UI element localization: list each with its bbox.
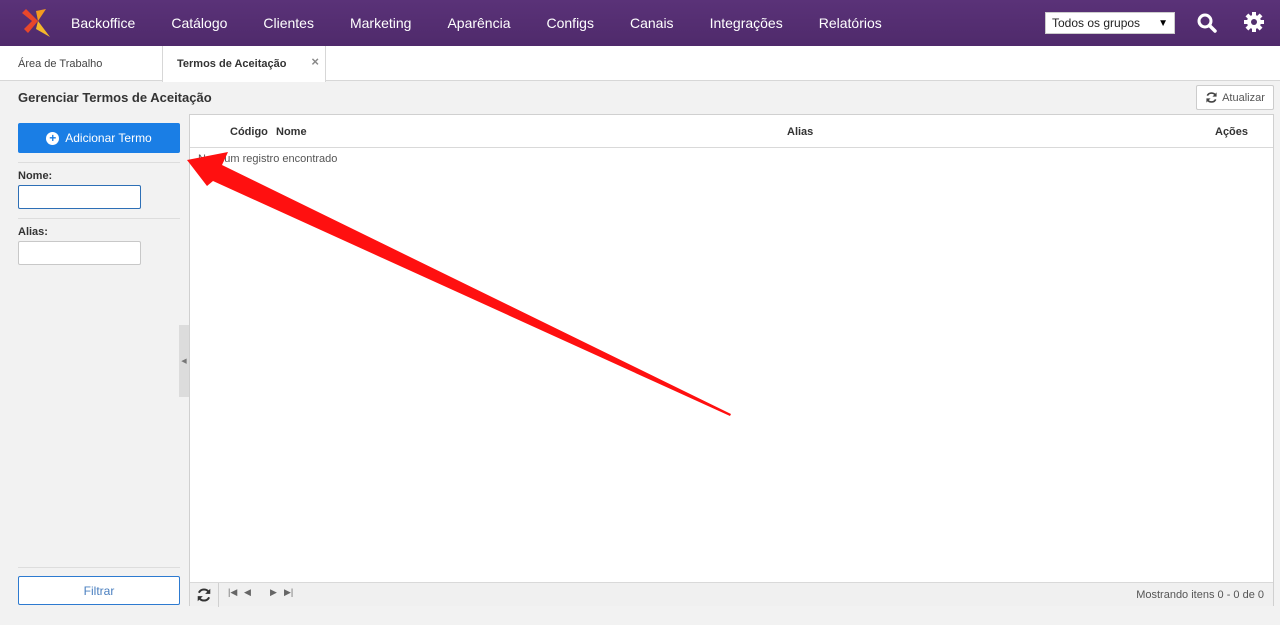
filter-button[interactable]: Filtrar — [18, 576, 180, 605]
chevron-left-icon: ◀ — [181, 358, 187, 365]
name-input[interactable] — [18, 185, 141, 209]
close-icon[interactable]: × — [311, 54, 319, 69]
refresh-icon — [1206, 92, 1217, 103]
column-header-nome[interactable]: Nome — [276, 115, 307, 148]
grid-header: Código Nome Alias Ações — [190, 115, 1273, 148]
nav-configs[interactable]: Configs — [547, 15, 594, 31]
gear-icon[interactable] — [1243, 11, 1265, 33]
tab-bar: Área de Trabalho Termos de Aceitação × — [0, 46, 1280, 82]
tab-terms-label: Termos de Aceitação — [177, 58, 287, 70]
nav-clientes[interactable]: Clientes — [263, 15, 314, 31]
column-header-codigo[interactable]: Código — [230, 115, 268, 148]
nav-marketing[interactable]: Marketing — [350, 15, 411, 31]
empty-message: Nenhum registro encontrado — [198, 153, 338, 165]
name-label: Nome: — [18, 170, 53, 182]
filter-sidebar: + Adicionar Termo Nome: Alias: Filtrar — [0, 114, 190, 609]
nav-canais[interactable]: Canais — [630, 15, 674, 31]
tab-work-area-label: Área de Trabalho — [18, 57, 103, 70]
plus-circle-icon: + — [46, 131, 60, 145]
divider — [18, 218, 180, 219]
caret-down-icon: ▼ — [1158, 17, 1168, 29]
pager-refresh-icon[interactable] — [196, 587, 212, 603]
grid-pager: |◀ ◀ ▶ ▶| Mostrando itens 0 - 0 de 0 — [190, 582, 1273, 607]
page-title: Gerenciar Termos de Aceitação — [18, 90, 212, 105]
refresh-button[interactable]: Atualizar — [1196, 85, 1274, 110]
terms-grid: Código Nome Alias Ações Nenhum registro … — [189, 114, 1274, 607]
divider — [18, 567, 180, 568]
refresh-button-label: Atualizar — [1222, 91, 1265, 104]
alias-input[interactable] — [18, 241, 141, 265]
main-menu: Backoffice Catálogo Clientes Marketing A… — [71, 0, 918, 46]
column-header-acoes: Ações — [1215, 125, 1249, 138]
tab-terms[interactable]: Termos de Aceitação × — [162, 46, 326, 82]
nav-integracoes[interactable]: Integrações — [710, 15, 783, 31]
next-page-icon[interactable]: ▶ — [270, 587, 277, 598]
first-page-icon[interactable]: |◀ — [228, 587, 237, 598]
divider — [218, 583, 219, 607]
nav-aparencia[interactable]: Aparência — [447, 15, 510, 31]
group-select[interactable]: Todos os grupos ▼ — [1045, 12, 1175, 34]
nav-catalogo[interactable]: Catálogo — [171, 15, 227, 31]
logo-icon[interactable] — [22, 7, 52, 39]
nav-backoffice[interactable]: Backoffice — [71, 15, 135, 31]
add-term-button[interactable]: + Adicionar Termo — [18, 123, 180, 153]
nav-relatorios[interactable]: Relatórios — [819, 15, 882, 31]
column-header-alias[interactable]: Alias — [787, 115, 813, 148]
alias-label: Alias: — [18, 226, 48, 238]
pager-info: Mostrando itens 0 - 0 de 0 — [1136, 589, 1264, 601]
tab-work-area[interactable]: Área de Trabalho — [0, 46, 162, 81]
search-icon[interactable] — [1196, 12, 1218, 34]
sidebar-collapse-handle[interactable]: ◀ — [179, 325, 189, 397]
add-term-button-label: Adicionar Termo — [65, 131, 152, 145]
group-select-value: Todos os grupos — [1052, 16, 1141, 30]
prev-page-icon[interactable]: ◀ — [244, 587, 251, 598]
last-page-icon[interactable]: ▶| — [284, 587, 293, 598]
top-navbar: Backoffice Catálogo Clientes Marketing A… — [0, 0, 1280, 46]
divider — [18, 162, 180, 163]
